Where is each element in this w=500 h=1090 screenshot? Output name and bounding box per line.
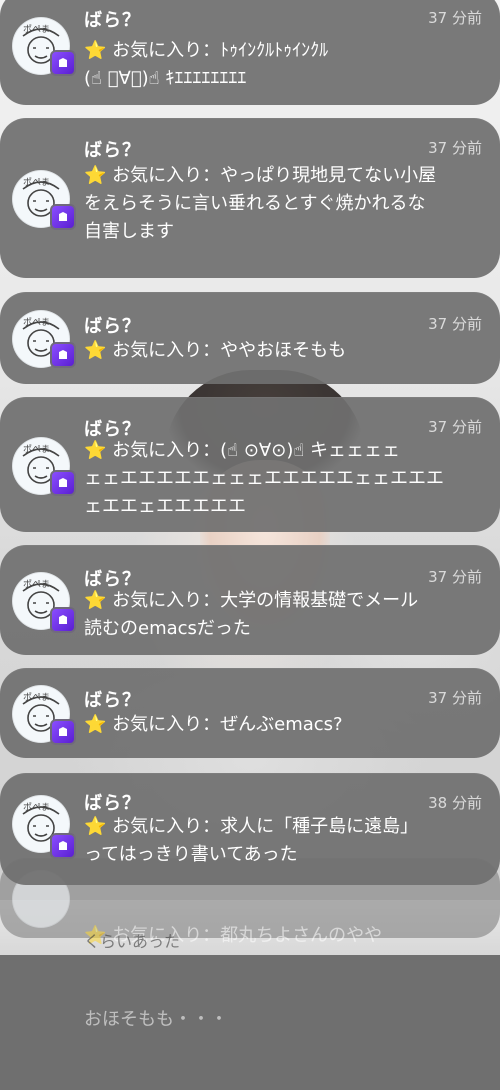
svg-text:ポぺま: ポぺま <box>23 177 50 188</box>
app-badge-icon <box>50 607 76 633</box>
notification-card[interactable]: ポぺま ばら？ 37 分前 ⭐ お気に入り：(☝ ⊙∀⊙)☝ キェェェェ ェェエ… <box>0 397 500 532</box>
notification-text: ⭐ お気に入り：大学の情報基礎でメール 読むのemacsだった <box>84 590 419 639</box>
notification-card[interactable]: ポぺま ばら？ 37 分前 ⭐ お気に入り：大学の情報基礎でメール 読むのema… <box>0 545 500 655</box>
notification-card[interactable]: ポぺま ばら？ 38 分前 ⭐ お気に入り：求人に「種子島に遠島」 ってはっきり… <box>0 773 500 885</box>
notification-sender: ばら？ <box>84 140 141 161</box>
notification-time: 37 分前 <box>428 139 482 157</box>
notification-time: 37 分前 <box>428 315 482 333</box>
notification-card[interactable]: ポぺま ばら？ 37 分前 ⭐ お気に入り：やっぱり現地見てない小屋 をえらそう… <box>0 118 500 278</box>
partial-line-2: おほそもも・・・ <box>84 1009 228 1030</box>
notification-sender: ばら？ <box>84 10 141 31</box>
svg-text:ポぺま: ポぺま <box>23 317 50 328</box>
notification-time: 37 分前 <box>428 9 482 27</box>
notification-time: 37 分前 <box>428 418 482 436</box>
app-badge-icon <box>50 833 76 859</box>
app-badge-icon <box>50 470 76 496</box>
app-badge-icon <box>50 204 76 230</box>
notification-time: 38 分前 <box>428 794 482 812</box>
notification-card[interactable]: ポぺま ばら？ 37 分前 ⭐ お気に入り：ややおほそもも <box>0 292 500 384</box>
notification-text: ⭐ お気に入り：やっぱり現地見てない小屋 をえらそうに言い垂れるとすぐ焼かれるな… <box>84 165 437 242</box>
notification-card[interactable]: ポぺま ばら？ 37 分前 ⭐ お気に入り：ぜんぶemacs? <box>0 668 500 758</box>
partial-line-3: くらいあった <box>84 932 181 951</box>
notification-body: ⭐ お気に入り：都丸ちよさんのやや おほそもも・・・ <box>84 866 478 1090</box>
svg-text:ポぺま: ポぺま <box>23 444 50 455</box>
svg-text:ポぺま: ポぺま <box>23 579 50 590</box>
notification-card[interactable]: ポぺま ばら？ 37 分前 ⭐ お気に入り：ﾄｩｲﾝｸﾙﾄｩｲﾝｸﾙ (☝ ﾟ∀… <box>0 0 500 105</box>
svg-text:ポぺま: ポぺま <box>23 802 50 813</box>
notification-sender: ばら？ <box>84 690 141 711</box>
notification-sender: ばら？ <box>84 793 141 814</box>
notification-text: ⭐ お気に入り：求人に「種子島に遠島」 ってはっきり書いてあった <box>84 816 419 865</box>
app-badge-icon <box>50 719 76 745</box>
notification-time: 37 分前 <box>428 568 482 586</box>
notification-time: 37 分前 <box>428 689 482 707</box>
notification-text: ⭐ お気に入り：ややおほそもも <box>84 340 347 361</box>
notification-text: ⭐ お気に入り：ぜんぶemacs? <box>84 714 343 735</box>
svg-text:ポぺま: ポぺま <box>23 24 50 35</box>
notification-text: ⭐ お気に入り：ﾄｩｲﾝｸﾙﾄｩｲﾝｸﾙ (☝ ﾟ∀ﾟ)☝ ｷｴｴｴｴｴｴｴｴ <box>84 40 329 89</box>
notification-text: ⭐ お気に入り：(☝ ⊙∀⊙)☝ キェェェェ ェェエエエエエェェェエエエエエェェ… <box>84 440 444 517</box>
svg-text:ポぺま: ポぺま <box>23 692 50 703</box>
notification-sender: ばら？ <box>84 316 141 337</box>
app-badge-icon <box>50 50 76 76</box>
app-badge-icon <box>50 342 76 368</box>
